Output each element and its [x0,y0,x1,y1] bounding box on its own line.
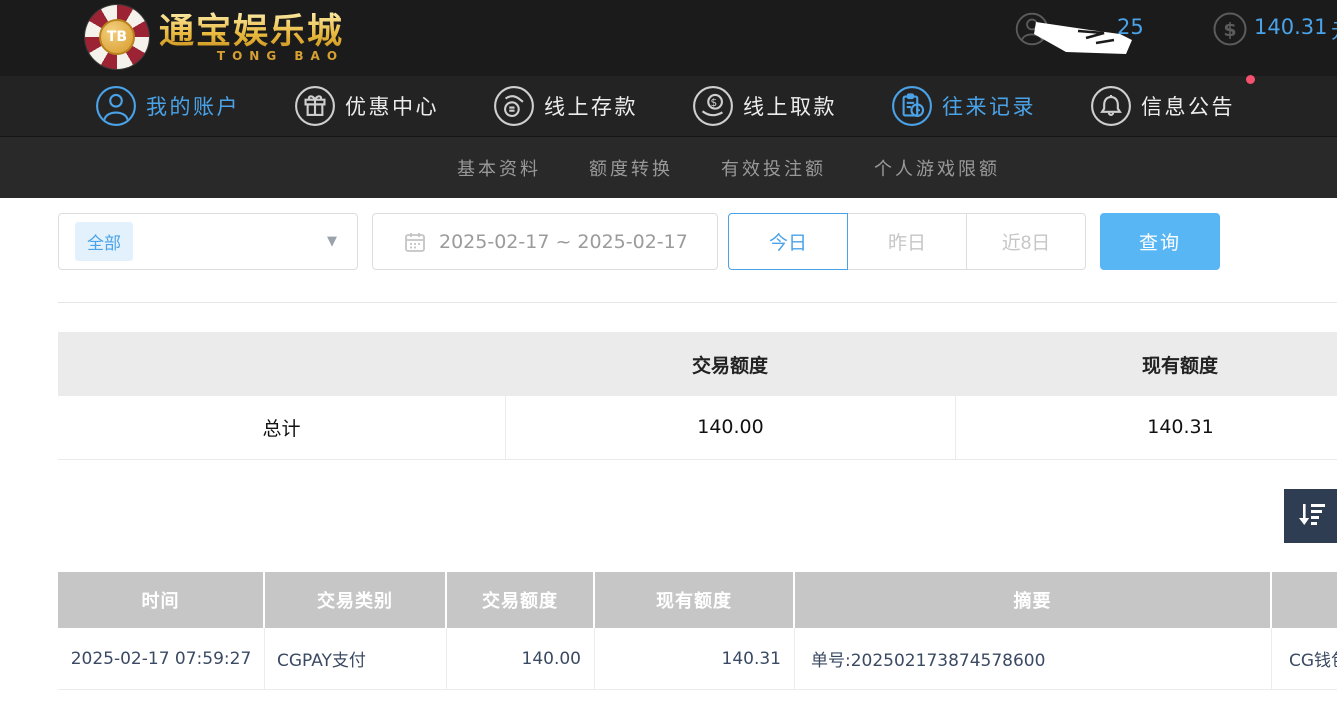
logo-text: 通宝娱乐城 TONG BAO [159,12,344,63]
col-header-summary: 摘要 [795,572,1272,628]
svg-text:$: $ [710,97,719,109]
summary-table: 交易额度 现有额度 总计 140.00 140.31 [58,332,1337,460]
nav-item-announcements[interactable]: 信息公告 [1090,85,1235,127]
selected-type-tag[interactable]: 全部 [75,222,133,261]
transaction-type-select[interactable]: 全部 ▼ [58,213,358,270]
chip-label: TB [99,19,135,55]
svg-text:$: $ [1223,19,1236,41]
table-row: 2025-02-17 07:59:27 CGPAY支付 140.00 140.3… [58,628,1337,690]
cell-type: CGPAY支付 [265,628,447,689]
summary-header-balance: 现有额度 [955,351,1337,378]
cell-remark: CG钱包 [1272,628,1337,689]
records-table: 时间 交易类别 交易额度 现有额度 摘要 备注 2025-02-17 07:59… [58,572,1337,690]
nav-item-withdraw[interactable]: $ 线上取款 [692,85,837,127]
last-8-days-button[interactable]: 近8日 [966,213,1086,270]
col-header-type: 交易类别 [265,572,447,628]
site-title: 通宝娱乐城 [159,12,344,52]
nav-label: 线上取款 [743,91,837,121]
sort-descending-icon [1296,503,1326,529]
nav-label: 线上存款 [544,91,638,121]
calendar-icon [404,231,426,253]
summary-total-balance: 140.31 [955,396,1337,459]
subnav-valid-bets[interactable]: 有效投注额 [721,155,826,181]
summary-table-header: 交易额度 现有额度 [58,332,1337,396]
cell-time: 2025-02-17 07:59:27 [58,628,265,689]
col-header-remark: 备注 [1272,572,1337,628]
nav-label: 我的账户 [146,91,240,121]
gift-icon [294,85,336,127]
nav-item-promotions[interactable]: 优惠中心 [294,85,439,127]
subnav-basic-info[interactable]: 基本资料 [457,155,541,181]
today-button[interactable]: 今日 [728,213,848,270]
section-divider [58,302,1337,303]
quick-range-button-group: 今日 昨日 近8日 [728,213,1086,270]
query-button[interactable]: 查询 [1100,213,1220,270]
balance-dollar-icon[interactable]: $ [1212,11,1248,47]
summary-total-label: 总计 [58,414,505,441]
col-header-balance: 现有额度 [595,572,795,628]
main-nav: 我的账户 优惠中心 线上存款 $ 线上取款 往来记录 [0,76,1337,137]
bell-icon [1090,85,1132,127]
nav-label: 优惠中心 [345,91,439,121]
notification-dot [1246,75,1255,84]
col-header-time: 时间 [58,572,265,628]
date-range-value: 2025-02-17 ~ 2025-02-17 [439,231,688,253]
nav-label: 信息公告 [1141,91,1235,121]
subnav-game-limits[interactable]: 个人游戏限额 [874,155,1000,181]
yesterday-button[interactable]: 昨日 [847,213,967,270]
cell-summary: 单号:202502173874578600 [795,628,1272,689]
account-subnav: 基本资料 额度转换 有效投注额 个人游戏限额 [0,137,1337,198]
nav-item-my-account[interactable]: 我的账户 [95,85,240,127]
summary-total-transaction: 140.00 [505,396,955,459]
cell-amount: 140.00 [447,628,595,689]
col-header-amount: 交易额度 [447,572,595,628]
date-range-input[interactable]: 2025-02-17 ~ 2025-02-17 [372,213,718,270]
site-logo[interactable]: TB 通宝娱乐城 TONG BAO [85,5,344,69]
deposit-icon [493,85,535,127]
nav-item-records[interactable]: 往来记录 [891,85,1036,127]
username-redaction-scribble [1028,10,1140,58]
subnav-credit-transfer[interactable]: 额度转换 [589,155,673,181]
withdraw-icon: $ [692,85,734,127]
top-header: TB 通宝娱乐城 TONG BAO 25 $ 140.31 元 [0,0,1337,76]
balance-amount[interactable]: 140.31 [1254,15,1327,39]
records-clipboard-icon [891,85,933,127]
summary-total-row: 总计 140.00 140.31 [58,396,1337,460]
records-table-header: 时间 交易类别 交易额度 现有额度 摘要 备注 [58,572,1337,628]
account-user-icon [95,85,137,127]
nav-item-deposit[interactable]: 线上存款 [493,85,638,127]
poker-chip-logo-icon: TB [85,5,149,69]
cell-balance: 140.31 [595,628,795,689]
nav-label: 往来记录 [942,91,1036,121]
balance-currency-partial: 元 [1331,15,1337,45]
summary-header-transaction: 交易额度 [505,351,955,378]
chevron-down-icon: ▼ [327,234,337,249]
sort-descending-button[interactable] [1284,489,1337,543]
